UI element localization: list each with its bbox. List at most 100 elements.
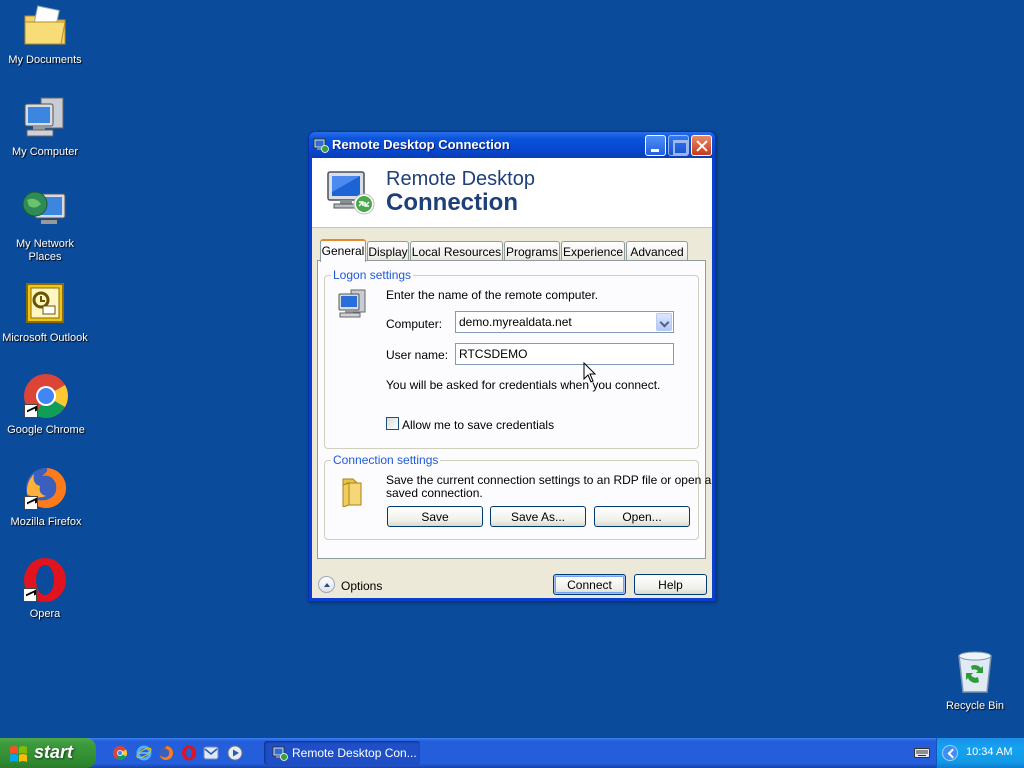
shortcut-arrow-icon — [24, 496, 38, 510]
options-toggle[interactable]: Options — [318, 576, 388, 596]
tab-label: General — [321, 244, 365, 258]
username-value: RTCSDEMO — [459, 347, 528, 361]
computer-value: demo.myrealdata.net — [459, 315, 572, 329]
rdc-title-icon — [313, 137, 329, 153]
connection-description-line1: Save the current connection settings to … — [386, 473, 712, 487]
title-bar[interactable]: Remote Desktop Connection — [309, 132, 715, 158]
chevron-up-icon[interactable] — [318, 576, 335, 593]
chrome-icon[interactable] — [112, 745, 128, 761]
computer-combobox[interactable]: demo.myrealdata.net — [455, 311, 674, 333]
general-tab-page: Logon settings Enter the name of the rem… — [317, 260, 711, 559]
firefox-icon[interactable] — [158, 745, 174, 761]
username-field[interactable]: RTCSDEMO — [455, 343, 674, 365]
chevron-down-icon[interactable] — [656, 313, 672, 331]
computer-small-icon — [337, 288, 371, 320]
maximize-button — [668, 135, 689, 156]
tab-display[interactable]: Display — [367, 241, 409, 261]
rdc-taskbar-icon — [272, 745, 288, 761]
desktop-icon-label: Microsoft Outlook — [2, 332, 88, 344]
save-as-button-label: Save As... — [510, 510, 566, 524]
save-button-label: Save — [421, 510, 449, 524]
firefox-icon — [22, 464, 70, 512]
close-button[interactable] — [691, 135, 712, 156]
folder-icon — [339, 475, 367, 508]
shortcut-arrow-icon — [24, 404, 38, 418]
remote-desktop-logo-icon — [324, 164, 380, 220]
clock[interactable]: 10:34 AM — [966, 746, 1012, 758]
open-button-label: Open... — [622, 510, 662, 524]
keyboard-icon[interactable] — [914, 747, 930, 759]
tab-experience[interactable]: Experience — [561, 241, 625, 261]
banner-title-line2: Connection — [386, 189, 518, 216]
connection-settings-group: Connection settings Save the current con… — [324, 453, 711, 540]
logon-settings-title: Logon settings — [331, 268, 414, 282]
desktop-icon-label: Mozilla Firefox — [10, 516, 82, 528]
tab-general[interactable]: General — [320, 239, 366, 262]
tab-advanced[interactable]: Advanced — [626, 241, 688, 261]
logon-settings-group: Logon settings Enter the name of the rem… — [324, 268, 699, 449]
computer-icon — [21, 94, 69, 142]
open-button[interactable]: Open... — [594, 506, 690, 527]
network-places-icon — [21, 186, 69, 234]
computer-label: Computer: — [386, 317, 443, 331]
desktop-icon-label: My Documents — [8, 54, 82, 66]
desktop-icon-google-chrome[interactable]: Google Chrome — [1, 372, 91, 437]
start-button[interactable]: start — [0, 738, 96, 768]
mouse-cursor-icon — [583, 361, 597, 384]
username-label: User name: — [386, 348, 449, 362]
desktop-icon-label: My Network Places — [15, 238, 75, 263]
desktop-icon-firefox[interactable]: Mozilla Firefox — [1, 464, 91, 529]
desktop-icon-label: Google Chrome — [7, 424, 85, 436]
logon-instruction: Enter the name of the remote computer. — [386, 288, 599, 302]
outlook-icon[interactable] — [203, 745, 219, 761]
start-label: start — [34, 742, 74, 762]
save-button[interactable]: Save — [387, 506, 483, 527]
help-button[interactable]: Help — [634, 574, 707, 595]
folder-documents-icon — [21, 2, 69, 50]
taskbar-item-label: Remote Desktop Con... — [292, 746, 417, 760]
save-as-button[interactable]: Save As... — [490, 506, 586, 527]
options-label[interactable]: Options — [341, 579, 382, 593]
show-hidden-icons-chevron-icon[interactable] — [942, 745, 958, 761]
connect-button-label: Connect — [567, 578, 612, 592]
desktop-icon-outlook[interactable]: Microsoft Outlook — [0, 280, 90, 345]
minimize-button[interactable] — [645, 135, 666, 156]
tab-label: Experience — [562, 245, 624, 259]
recycle-bin-icon — [951, 648, 999, 696]
outlook-icon — [21, 280, 69, 328]
tab-label: Advanced — [630, 245, 684, 259]
window-title: Remote Desktop Connection — [332, 137, 510, 152]
connection-settings-title: Connection settings — [331, 453, 441, 467]
opera-icon — [21, 556, 69, 604]
credentials-note: You will be asked for credentials when y… — [386, 378, 661, 392]
tab-label: Display — [368, 245, 408, 259]
connect-button[interactable]: Connect — [553, 574, 626, 595]
tab-local-resources[interactable]: Local Resources — [410, 241, 503, 261]
desktop-icon-label: Recycle Bin — [945, 700, 1005, 712]
window-client-area: Remote Desktop Connection General Displa… — [312, 158, 712, 598]
desktop-icon-opera[interactable]: Opera — [0, 556, 90, 621]
system-tray: 10:34 AM — [936, 738, 1024, 768]
save-credentials-label[interactable]: Allow me to save credentials — [402, 418, 554, 432]
windows-logo-icon — [9, 744, 28, 763]
remote-desktop-window: Remote Desktop Connection Remote Desktop… — [308, 131, 716, 602]
help-button-label: Help — [658, 578, 683, 592]
desktop-icon-label: My Computer — [11, 146, 79, 158]
desktop-icon-recycle-bin[interactable]: Recycle Bin — [930, 648, 1020, 713]
shortcut-arrow-icon — [23, 588, 37, 602]
tab-programs[interactable]: Programs — [504, 241, 560, 261]
connection-description-line2: saved connection. — [386, 486, 483, 500]
desktop-icon-my-computer[interactable]: My Computer — [0, 94, 90, 159]
banner-title-line1: Remote Desktop — [386, 168, 535, 190]
opera-icon[interactable] — [181, 745, 197, 761]
desktop-icon-network-places[interactable]: My Network Places — [0, 186, 90, 264]
media-player-icon[interactable] — [227, 745, 243, 761]
tab-label: Programs — [505, 245, 558, 259]
save-credentials-checkbox[interactable] — [386, 417, 399, 430]
taskbar-item-remote-desktop[interactable]: Remote Desktop Con... — [264, 741, 420, 765]
banner: Remote Desktop Connection — [312, 158, 712, 228]
tab-label: Local Resources — [411, 245, 502, 259]
desktop-icon-my-documents[interactable]: My Documents — [0, 2, 90, 67]
ie-icon[interactable] — [136, 745, 152, 761]
chrome-icon — [22, 372, 70, 420]
